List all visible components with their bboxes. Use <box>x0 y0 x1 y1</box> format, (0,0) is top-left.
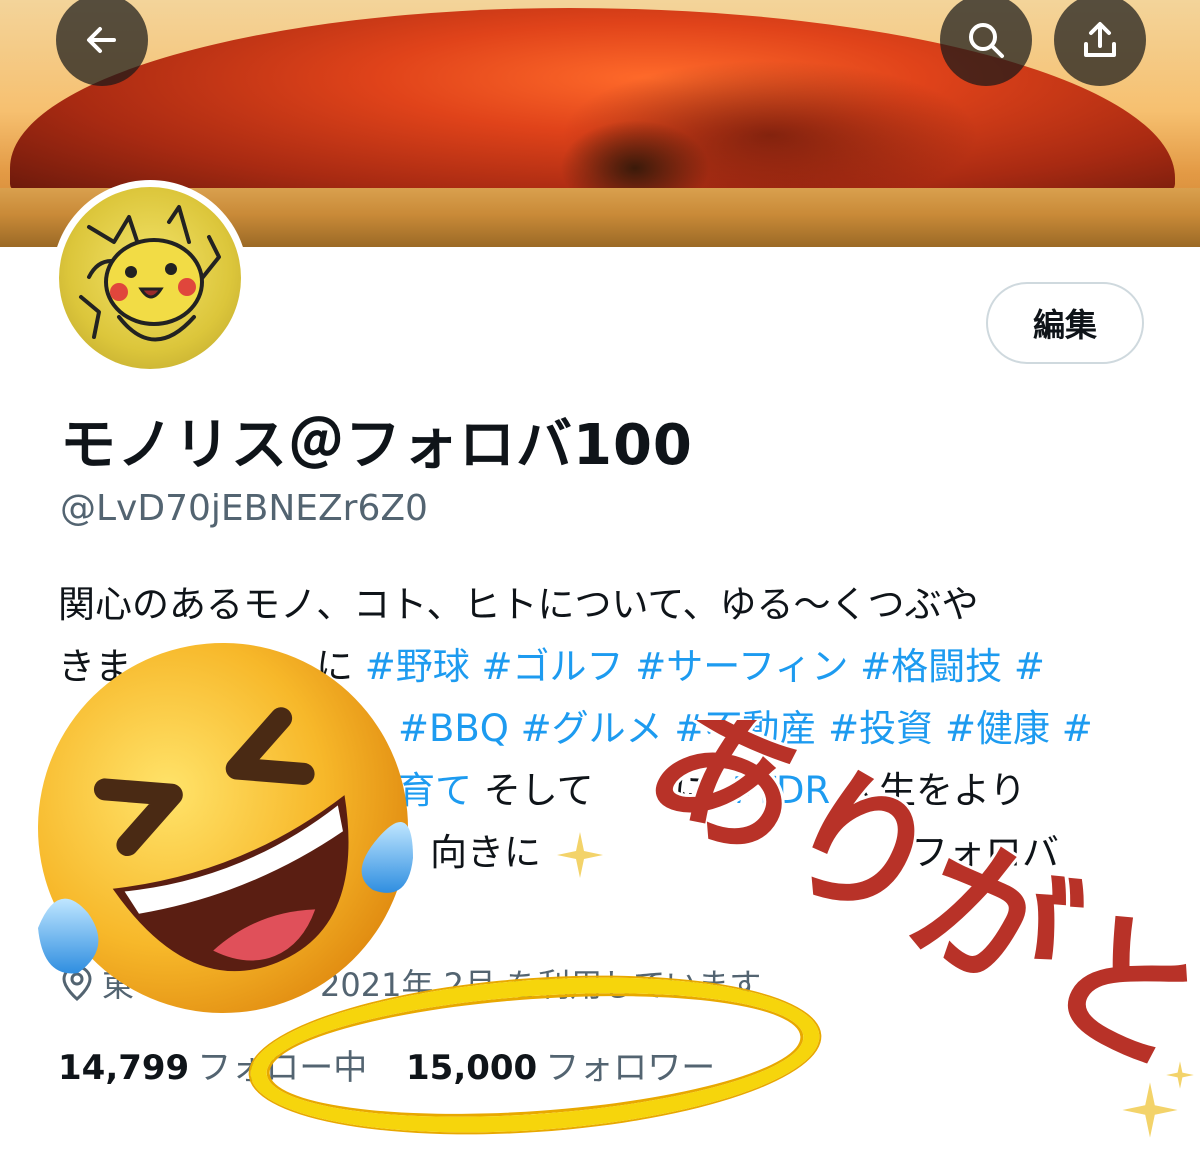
avatar[interactable] <box>52 180 248 376</box>
sparkle-icon <box>557 832 603 878</box>
edit-profile-button[interactable]: 編集 <box>986 282 1144 364</box>
sparkle-icon <box>1166 1061 1194 1089</box>
search-icon <box>969 23 1004 58</box>
user-handle: @LvD70jEBNEZr6Z0 <box>60 488 428 529</box>
stamp-text: ありがとう <box>621 720 1200 1140</box>
arrow-left-icon <box>87 27 116 53</box>
bio-line: 関心のあるモノ、コト、ヒトについて、ゆる～くつぶや <box>58 583 979 626</box>
share-icon <box>1084 22 1116 57</box>
hashtag-link[interactable]: #野球 #ゴルフ #サーフィン #格闘技 # <box>365 645 1045 688</box>
laughing-emoji <box>18 628 428 1028</box>
following-count: 14,799 <box>58 1048 190 1088</box>
display-name: モノリス＠フォロバ100 <box>60 413 693 478</box>
avatar-image <box>59 187 241 369</box>
thank-you-stamp: ありがとう <box>560 665 1200 1150</box>
